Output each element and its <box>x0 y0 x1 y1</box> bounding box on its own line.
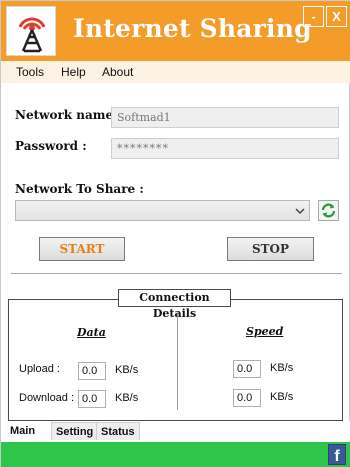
upload-speed-unit: KB/s <box>270 362 294 374</box>
refresh-button[interactable] <box>318 200 339 221</box>
upload-data-value: 0.0 <box>78 362 106 380</box>
network-to-share-label: Network To Share : <box>15 182 144 196</box>
minimize-button[interactable]: - <box>303 6 324 27</box>
network-name-field[interactable]: Softmad1 <box>111 107 339 128</box>
app-window: Internet Sharing - X Tools Help About Ne… <box>0 0 350 467</box>
tab-status[interactable]: Status <box>96 422 140 440</box>
upload-label: Upload : <box>19 363 60 375</box>
data-header: Data <box>77 326 106 339</box>
menu-help[interactable]: Help <box>61 65 86 79</box>
tab-setting[interactable]: Setting <box>51 422 99 440</box>
upload-speed-value: 0.0 <box>233 360 261 378</box>
menu-tools[interactable]: Tools <box>16 65 44 79</box>
download-data-unit: KB/s <box>115 392 139 404</box>
chevron-down-icon <box>295 208 305 215</box>
download-speed-unit: KB/s <box>270 391 294 403</box>
refresh-icon <box>320 202 337 219</box>
tab-main[interactable]: Main <box>6 422 40 440</box>
network-name-label: Network name : <box>15 108 122 122</box>
download-speed-value: 0.0 <box>233 389 261 407</box>
footer-bar <box>1 442 350 467</box>
speed-header: Speed <box>246 325 284 338</box>
connection-details-title: Connection Details <box>118 289 231 320</box>
wifi-tower-icon <box>6 6 56 56</box>
divider <box>11 273 342 274</box>
download-label: Download : <box>19 392 75 404</box>
menu-bar: Tools Help About <box>1 61 350 83</box>
stop-button[interactable]: STOP <box>227 237 314 261</box>
facebook-icon[interactable]: f <box>328 444 346 465</box>
download-data-value: 0.0 <box>78 390 106 408</box>
title-bar: Internet Sharing - X <box>1 1 350 61</box>
menu-about[interactable]: About <box>102 65 133 79</box>
password-label: Password : <box>15 139 87 153</box>
start-button[interactable]: START <box>39 237 125 261</box>
close-button[interactable]: X <box>326 6 347 27</box>
column-divider <box>177 312 178 410</box>
app-title: Internet Sharing <box>73 14 312 43</box>
upload-data-unit: KB/s <box>115 364 139 376</box>
password-field[interactable]: ******** <box>111 138 339 159</box>
network-to-share-select[interactable] <box>15 200 310 221</box>
